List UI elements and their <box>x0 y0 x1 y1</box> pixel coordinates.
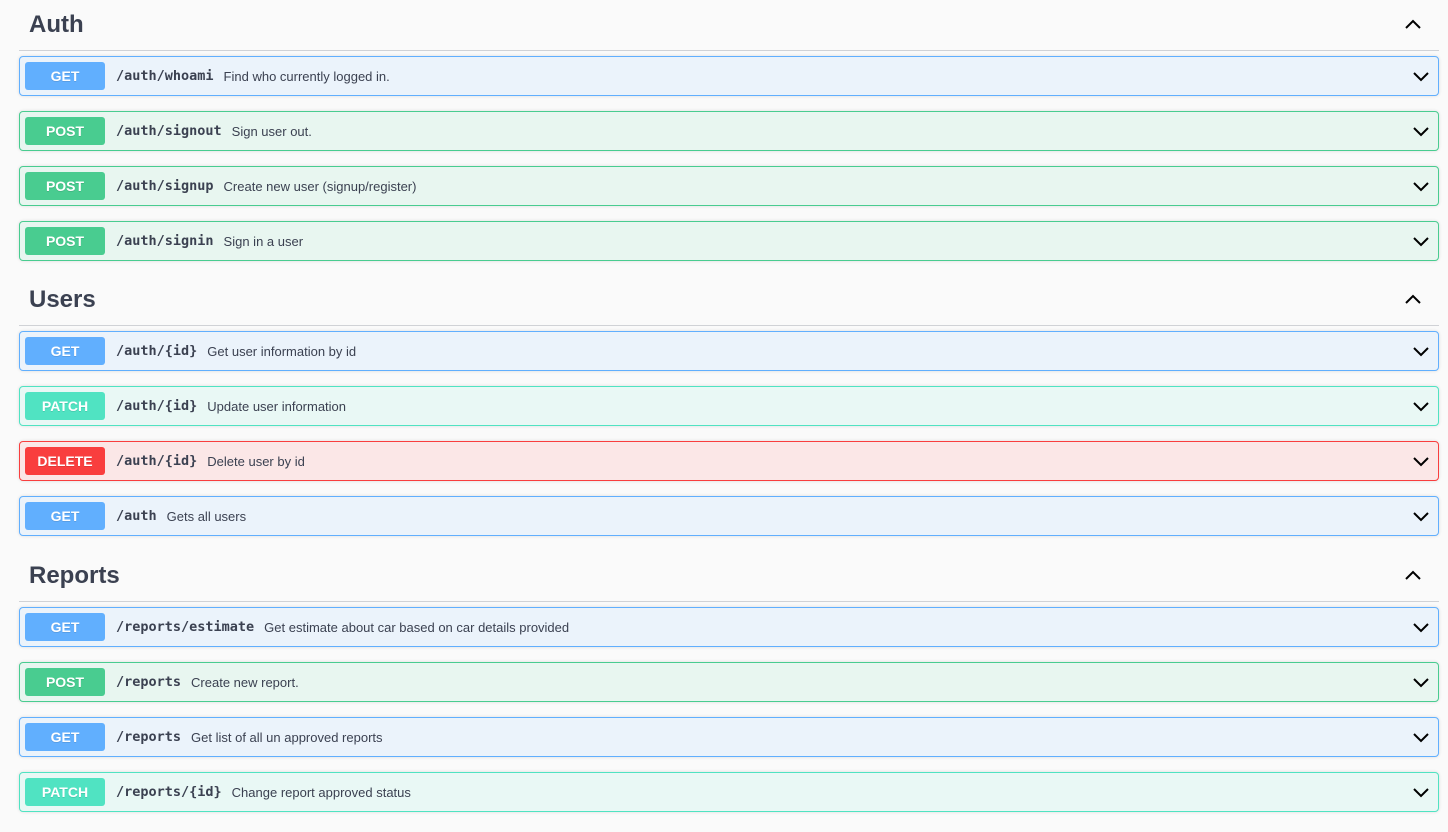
operation-patch-auth-id[interactable]: PATCH /auth/{id} Update user information <box>19 386 1439 426</box>
operation-summary: Update user information <box>207 398 347 414</box>
operation-get-reports[interactable]: GET /reports Get list of all un approved… <box>19 717 1439 757</box>
operation-summary: Sign user out. <box>231 123 312 139</box>
operation-get-auth[interactable]: GET /auth Gets all users <box>19 496 1439 536</box>
operation-summary: Change report approved status <box>231 784 411 800</box>
chevron-down-icon[interactable] <box>1409 229 1433 253</box>
chevron-down-icon[interactable] <box>1409 394 1433 418</box>
operation-path: /auth <box>116 508 157 524</box>
method-badge: DELETE <box>25 447 105 475</box>
method-badge: GET <box>25 613 105 641</box>
chevron-down-icon[interactable] <box>1409 615 1433 639</box>
chevron-down-icon[interactable] <box>1409 725 1433 749</box>
method-badge: POST <box>25 668 105 696</box>
section-header-auth[interactable]: Auth <box>19 0 1439 51</box>
chevron-down-icon[interactable] <box>1409 504 1433 528</box>
operation-patch-reports-id[interactable]: PATCH /reports/{id} Change report approv… <box>19 772 1439 812</box>
operation-path: /auth/{id} <box>116 398 198 414</box>
chevron-down-icon[interactable] <box>1409 780 1433 804</box>
operation-summary: Find who currently logged in. <box>223 68 390 84</box>
operation-post-auth-signup[interactable]: POST /auth/signup Create new user (signu… <box>19 166 1439 206</box>
operation-path: /auth/signin <box>116 233 214 249</box>
operation-post-auth-signin[interactable]: POST /auth/signin Sign in a user <box>19 221 1439 261</box>
swagger-page: Auth GET /auth/whoami Find who currently… <box>0 0 1448 832</box>
operation-summary: Gets all users <box>166 508 247 524</box>
chevron-down-icon[interactable] <box>1409 670 1433 694</box>
method-badge: GET <box>25 502 105 530</box>
chevron-down-icon[interactable] <box>1409 174 1433 198</box>
operation-path: /auth/{id} <box>116 343 198 359</box>
operation-delete-auth-id[interactable]: DELETE /auth/{id} Delete user by id <box>19 441 1439 481</box>
chevron-up-icon[interactable] <box>1395 282 1431 318</box>
operation-path: /reports/estimate <box>116 619 255 635</box>
operation-path: /reports <box>116 674 182 690</box>
section-title: Reports <box>29 562 120 589</box>
method-badge: GET <box>25 723 105 751</box>
operation-post-reports[interactable]: POST /reports Create new report. <box>19 662 1439 702</box>
operation-post-auth-signout[interactable]: POST /auth/signout Sign user out. <box>19 111 1439 151</box>
operations-list: GET /auth/whoami Find who currently logg… <box>19 56 1439 261</box>
section-header-reports[interactable]: Reports <box>19 551 1439 602</box>
method-badge: PATCH <box>25 778 105 806</box>
chevron-up-icon[interactable] <box>1395 558 1431 594</box>
section-auth: Auth GET /auth/whoami Find who currently… <box>19 0 1439 276</box>
method-badge: POST <box>25 172 105 200</box>
method-badge: PATCH <box>25 392 105 420</box>
chevron-down-icon[interactable] <box>1409 119 1433 143</box>
chevron-down-icon[interactable] <box>1409 449 1433 473</box>
operations-list: GET /reports/estimate Get estimate about… <box>19 607 1439 812</box>
operation-summary: Delete user by id <box>207 453 305 469</box>
operation-get-reports-estimate[interactable]: GET /reports/estimate Get estimate about… <box>19 607 1439 647</box>
chevron-down-icon[interactable] <box>1409 339 1433 363</box>
chevron-up-icon[interactable] <box>1395 7 1431 43</box>
operation-path: /auth/whoami <box>116 68 214 84</box>
operations-list: GET /auth/{id} Get user information by i… <box>19 331 1439 536</box>
operation-summary: Create new report. <box>191 674 299 690</box>
operation-get-auth-whoami[interactable]: GET /auth/whoami Find who currently logg… <box>19 56 1439 96</box>
section-reports: Reports GET /reports/estimate Get estima… <box>19 551 1439 827</box>
section-title: Users <box>29 286 96 313</box>
operation-path: /reports <box>116 729 182 745</box>
operation-path: /reports/{id} <box>116 784 222 800</box>
section-title: Auth <box>29 11 84 38</box>
method-badge: POST <box>25 117 105 145</box>
operation-summary: Get list of all un approved reports <box>191 729 383 745</box>
operation-path: /auth/{id} <box>116 453 198 469</box>
operation-summary: Create new user (signup/register) <box>223 178 417 194</box>
method-badge: POST <box>25 227 105 255</box>
method-badge: GET <box>25 337 105 365</box>
operation-summary: Get estimate about car based on car deta… <box>264 619 570 635</box>
operation-path: /auth/signup <box>116 178 214 194</box>
operation-summary: Get user information by id <box>207 343 357 359</box>
chevron-down-icon[interactable] <box>1409 64 1433 88</box>
method-badge: GET <box>25 62 105 90</box>
operation-summary: Sign in a user <box>223 233 304 249</box>
operation-get-auth-id[interactable]: GET /auth/{id} Get user information by i… <box>19 331 1439 371</box>
section-header-users[interactable]: Users <box>19 275 1439 326</box>
operation-path: /auth/signout <box>116 123 222 139</box>
section-users: Users GET /auth/{id} Get user informatio… <box>19 275 1439 551</box>
